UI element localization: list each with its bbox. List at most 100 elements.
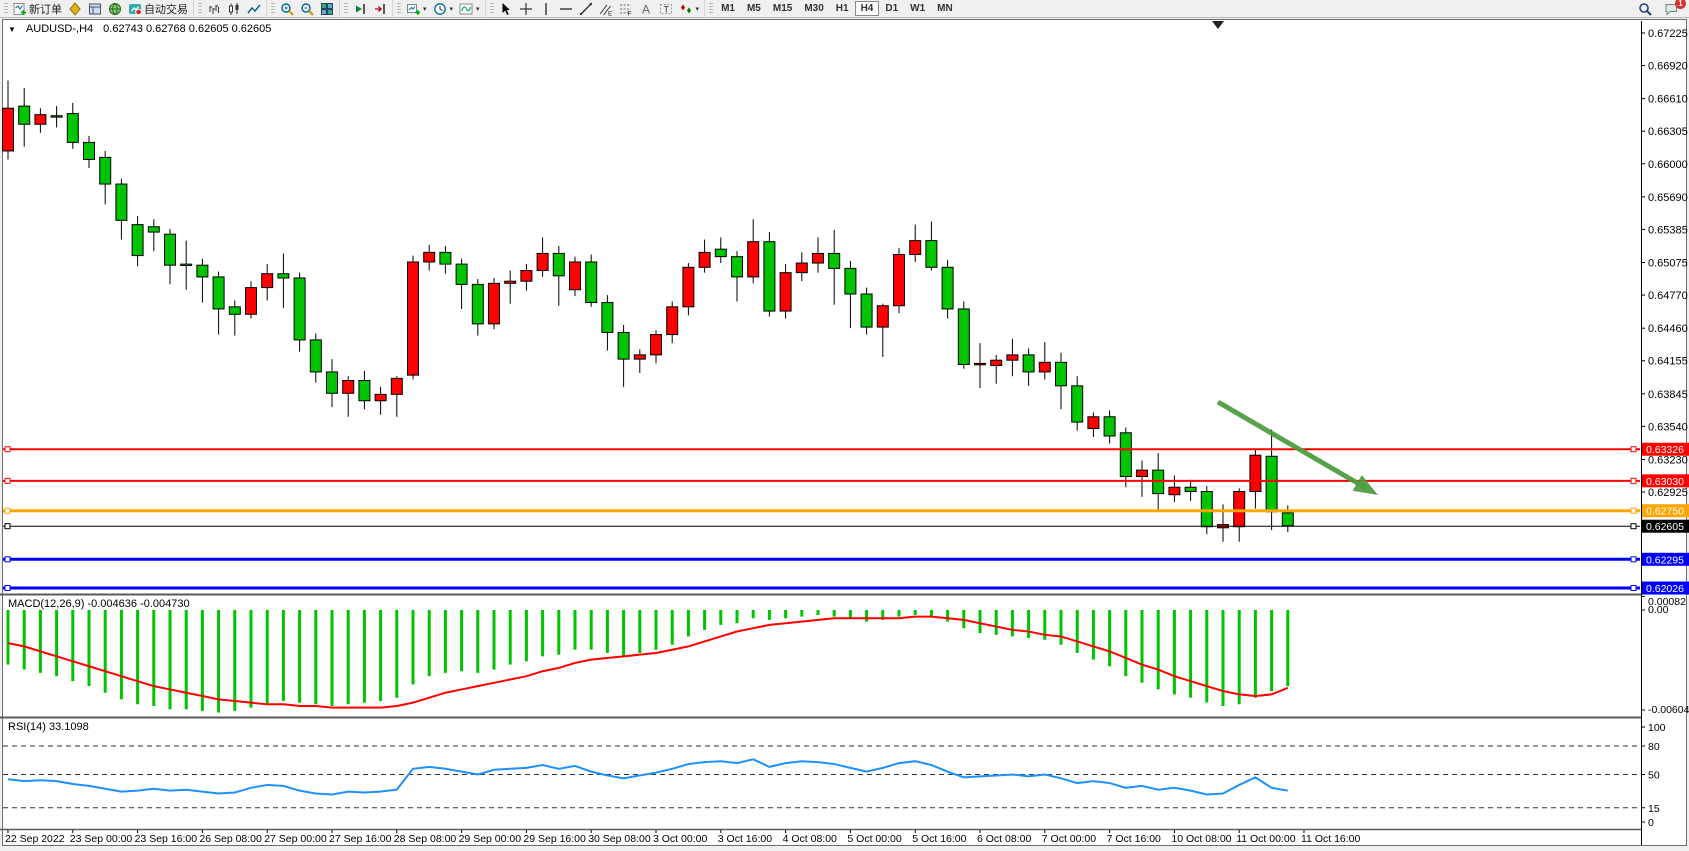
candle-body xyxy=(424,252,435,262)
zoom-out-button[interactable] xyxy=(297,1,317,17)
text-label-button[interactable]: T xyxy=(656,1,676,17)
indicators-list-button[interactable]: ▾ xyxy=(456,1,483,17)
cursor-button[interactable] xyxy=(496,1,516,17)
hline-handle[interactable] xyxy=(1631,508,1636,513)
search-button[interactable] xyxy=(1635,1,1655,17)
time-axis-zone[interactable] xyxy=(0,830,1641,846)
toolbar-grip[interactable] xyxy=(709,3,713,15)
equidistant-channel-button[interactable]: E xyxy=(596,1,616,17)
toolbar-group-scroll xyxy=(339,0,392,18)
candle-body xyxy=(1056,362,1067,385)
toolbar-grip[interactable] xyxy=(490,3,494,15)
trend-arrow[interactable] xyxy=(1218,402,1366,488)
new-chart-button[interactable]: ▾ xyxy=(403,1,430,17)
crosshair-button[interactable] xyxy=(516,1,536,17)
trendline-button[interactable] xyxy=(576,1,596,17)
hline-handle[interactable] xyxy=(5,586,10,591)
arrows-button[interactable]: ▾ xyxy=(676,1,703,17)
candle-body xyxy=(84,142,95,159)
rsi-indicator-label: RSI(14) 33.1098 xyxy=(8,721,89,733)
chevron-down-icon[interactable]: ▾ xyxy=(450,5,454,13)
candle-body xyxy=(942,267,953,309)
candle-body xyxy=(440,252,451,264)
candle-body xyxy=(1039,362,1050,372)
horizontal-line-icon xyxy=(559,2,573,16)
fibonacci-button[interactable]: F xyxy=(616,1,636,17)
hline-handle[interactable] xyxy=(1631,586,1636,591)
candle-body xyxy=(262,274,273,288)
candle-body xyxy=(116,184,127,220)
candle-body xyxy=(35,115,46,125)
hline-handle[interactable] xyxy=(5,478,10,483)
line-chart-icon xyxy=(247,2,261,16)
new-order-button[interactable]: 新订单 xyxy=(10,1,65,17)
hline-handle[interactable] xyxy=(5,508,10,513)
svg-text:F: F xyxy=(627,10,631,16)
candle-body xyxy=(586,262,597,303)
candle-body xyxy=(1120,433,1131,477)
toolbar-grip[interactable] xyxy=(397,3,401,15)
notifications-button[interactable]: 1 xyxy=(1661,1,1681,17)
timeframe-m1-button[interactable]: M1 xyxy=(715,1,741,16)
trend-arrow-head[interactable] xyxy=(1353,475,1378,495)
horizontal-line-button[interactable] xyxy=(556,1,576,17)
candle-body xyxy=(699,252,710,267)
hline-handle[interactable] xyxy=(5,447,10,452)
toolbar-grip[interactable] xyxy=(4,3,8,15)
autotrading-button[interactable]: 自动交易 xyxy=(125,1,191,17)
text-button[interactable]: A xyxy=(636,1,656,17)
chart-titlebar[interactable]: ▼ AUDUSD-,H4 0.62743 0.62768 0.62605 0.6… xyxy=(8,23,271,35)
toolbar-group-new-objects: ▾ ▾ ▾ xyxy=(392,0,485,18)
candle-chart-icon xyxy=(227,2,241,16)
zoom-in-button[interactable] xyxy=(277,1,297,17)
candle-body xyxy=(1266,456,1277,512)
timeframe-mn-button[interactable]: MN xyxy=(931,1,959,16)
navigator-button[interactable] xyxy=(105,1,125,17)
timeframe-h4-button[interactable]: H4 xyxy=(855,1,880,16)
timeframe-w1-button[interactable]: W1 xyxy=(904,1,931,16)
timeframe-m15-button[interactable]: M15 xyxy=(767,1,798,16)
svg-text:E: E xyxy=(608,10,613,16)
timeframe-h1-button[interactable]: H1 xyxy=(830,1,855,16)
toolbar-grip[interactable] xyxy=(344,3,348,15)
candle-body xyxy=(1185,487,1196,491)
tile-windows-icon xyxy=(320,2,334,16)
data-window-button[interactable] xyxy=(85,1,105,17)
candle-body xyxy=(1023,355,1034,372)
chart-shift-button[interactable] xyxy=(370,1,390,17)
zoom-out-icon xyxy=(300,2,314,16)
rsi-line xyxy=(8,759,1288,794)
candle-body xyxy=(165,234,176,265)
line-chart-button[interactable] xyxy=(244,1,264,17)
candle-body xyxy=(327,372,338,393)
chevron-down-icon[interactable]: ▾ xyxy=(476,5,480,13)
tile-windows-button[interactable] xyxy=(317,1,337,17)
hline-handle[interactable] xyxy=(5,524,10,529)
candle-chart-button[interactable] xyxy=(224,1,244,17)
hline-handle[interactable] xyxy=(5,557,10,562)
toolbar-grip[interactable] xyxy=(198,3,202,15)
profiles-button[interactable]: ▾ xyxy=(430,1,457,17)
price-axis-zone[interactable] xyxy=(1641,21,1689,845)
navigator-icon xyxy=(108,2,122,16)
timeframe-m30-button[interactable]: M30 xyxy=(798,1,829,16)
chevron-down-icon[interactable]: ▾ xyxy=(696,5,700,13)
hline-handle[interactable] xyxy=(1631,524,1636,529)
vertical-line-button[interactable] xyxy=(536,1,556,17)
chart-dropdown-icon[interactable]: ▼ xyxy=(8,25,16,34)
toolbar-group-trade: 新订单 自动交易 xyxy=(0,0,193,18)
candle-body xyxy=(505,281,516,283)
market-watch-button[interactable] xyxy=(65,1,85,17)
hline-handle[interactable] xyxy=(1631,447,1636,452)
chart-shift-marker[interactable] xyxy=(1212,21,1224,29)
toolbar-grip[interactable] xyxy=(271,3,275,15)
bar-chart-button[interactable] xyxy=(204,1,224,17)
timeframe-m5-button[interactable]: M5 xyxy=(741,1,767,16)
timeframe-d1-button[interactable]: D1 xyxy=(879,1,904,16)
candle-body xyxy=(1169,487,1180,494)
chevron-down-icon[interactable]: ▾ xyxy=(423,5,427,13)
auto-scroll-button[interactable] xyxy=(350,1,370,17)
hline-handle[interactable] xyxy=(1631,557,1636,562)
macd-indicator-label: MACD(12,26,9) -0.004636 -0.004730 xyxy=(8,598,190,610)
hline-handle[interactable] xyxy=(1631,478,1636,483)
